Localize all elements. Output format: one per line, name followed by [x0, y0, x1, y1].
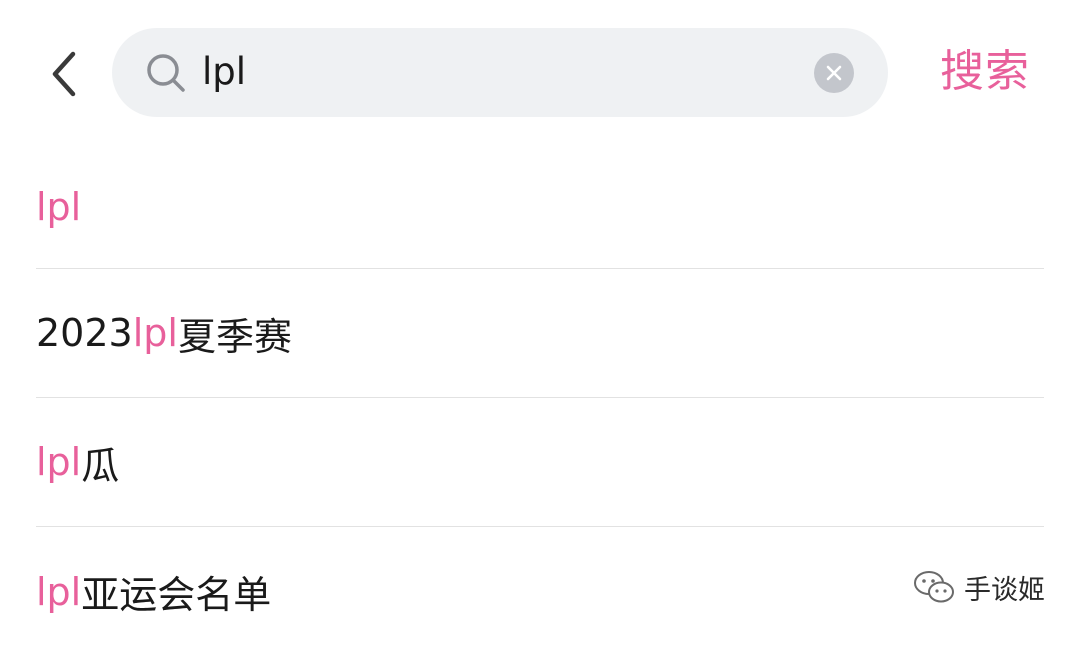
wechat-icon	[914, 571, 954, 603]
close-icon	[826, 65, 842, 81]
suggestion-highlight: lpl	[36, 184, 82, 229]
suggestion-suffix: 瓜	[81, 443, 120, 488]
watermark-text: 手谈姬	[964, 574, 1045, 606]
search-header: 搜索	[0, 0, 1080, 145]
chevron-left-icon	[52, 51, 76, 97]
suggestion-list: lpl 2023 lpl 夏季赛 lpl 瓜 lpl 亚运会名单	[36, 145, 1044, 656]
search-box[interactable]	[112, 28, 888, 117]
search-input[interactable]	[202, 46, 802, 98]
suggestion-highlight: lpl	[132, 311, 178, 355]
suggestion-item[interactable]: lpl 瓜	[36, 398, 1044, 527]
watermark: 手谈姬	[912, 564, 1045, 610]
suggestion-highlight: lpl	[36, 569, 82, 614]
clear-search-button[interactable]	[814, 53, 854, 93]
suggestion-suffix: 夏季赛	[177, 314, 292, 359]
search-icon	[147, 54, 185, 92]
back-button[interactable]	[38, 46, 90, 102]
suggestion-item[interactable]: 2023 lpl 夏季赛	[36, 269, 1044, 398]
suggestion-highlight: lpl	[36, 440, 82, 484]
suggestion-suffix: 亚运会名单	[81, 573, 272, 617]
suggestion-prefix: 2023	[36, 311, 133, 355]
suggestion-item[interactable]: lpl 亚运会名单	[36, 527, 1044, 656]
suggestion-item[interactable]: lpl	[36, 145, 1044, 269]
search-button[interactable]: 搜索	[930, 40, 1040, 104]
